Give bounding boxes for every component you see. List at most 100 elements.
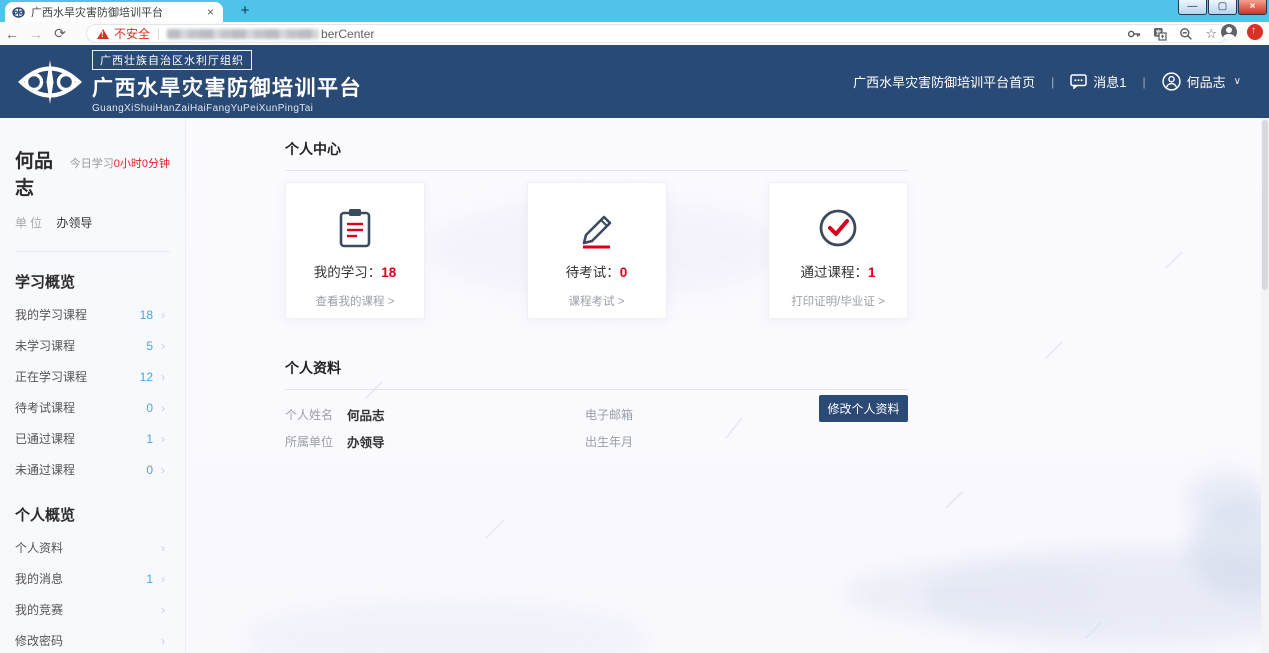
messages-label: 消息1 (1093, 72, 1126, 91)
address-bar[interactable]: 不安全 berCenter ☆ (86, 24, 1228, 43)
scrollbar-thumb[interactable] (1262, 120, 1268, 290)
item-count: 0 (146, 401, 153, 415)
sidebar-item-not-started-courses[interactable]: 未学习课程 5 › (15, 330, 165, 361)
content-wrapper: 个人中心 我的学习：18 (285, 118, 908, 449)
print-certificate-link[interactable]: 打印证明/毕业证 > (769, 293, 907, 309)
item-count: 12 (140, 370, 153, 384)
card-count: 18 (381, 265, 396, 280)
item-count: 18 (140, 308, 153, 322)
header-separator: | (1143, 75, 1146, 89)
section-divider (285, 170, 908, 171)
site-favicon-icon (12, 6, 25, 19)
chevron-down-icon: ∨ (1234, 76, 1241, 87)
messages-link[interactable]: 消息1 (1070, 72, 1126, 91)
personal-center-section: 个人中心 我的学习：18 (285, 139, 908, 319)
view-my-courses-link[interactable]: 查看我的课程 > (286, 293, 424, 309)
home-link[interactable]: 广西水旱灾害防御培训平台首页 (853, 72, 1035, 91)
sidebar-item-my-messages[interactable]: 我的消息 1 › (15, 563, 165, 594)
chevron-right-icon: › (161, 603, 165, 617)
field-label: 个人姓名 (285, 406, 347, 423)
translate-icon[interactable] (1153, 27, 1167, 41)
chevron-right-icon: › (161, 308, 165, 322)
item-count: 0 (146, 463, 153, 477)
vertical-scrollbar[interactable] (1261, 118, 1269, 653)
sidebar-item-in-progress-courses[interactable]: 正在学习课程 12 › (15, 361, 165, 392)
browser-tabstrip: 广西水旱灾害防御培训平台 × + — ▢ × (0, 0, 1269, 22)
user-avatar-icon (1162, 72, 1181, 91)
site-title: 广西水旱灾害防御培训平台 (92, 72, 362, 102)
card-title: 通过课程：1 (769, 261, 907, 281)
message-bubble-icon (1070, 74, 1087, 89)
personal-center-title: 个人中心 (285, 139, 908, 159)
profile-section: 个人资料 个人姓名 何品志 电子邮箱 所属单位 办领导 (285, 358, 908, 449)
bookmark-star-icon[interactable]: ☆ (1205, 26, 1217, 42)
item-label: 待考试课程 (15, 399, 146, 416)
card-title: 我的学习：18 (286, 261, 424, 281)
item-count: 1 (146, 572, 153, 586)
course-exam-link[interactable]: 课程考试 > (528, 293, 666, 309)
field-label: 出生年月 (585, 433, 647, 450)
profile-name-field: 个人姓名 何品志 (285, 407, 585, 422)
unit-value: 办领导 (56, 216, 92, 230)
url-redacted-blur (167, 29, 319, 39)
site-title-pinyin: GuangXiShuiHanZaiHaiFangYuPeiXunPingTai (92, 103, 362, 114)
browser-update-icon[interactable] (1247, 24, 1263, 40)
header-nav: 广西水旱灾害防御培训平台首页 | 消息1 | 何品志 ∨ (853, 72, 1241, 91)
today-study-stat: 今日学习0小时0分钟 (70, 155, 170, 171)
new-tab-button[interactable]: + (233, 3, 257, 20)
section-divider (285, 389, 908, 390)
tab-title: 广西水旱灾害防御培训平台 (31, 4, 205, 20)
card-label: 待考试： (566, 265, 620, 280)
pending-exam-card[interactable]: 待考试：0 课程考试 > (527, 182, 667, 319)
browser-tab[interactable]: 广西水旱灾害防御培训平台 × (5, 2, 223, 22)
sidebar-item-failed-courses[interactable]: 未通过课程 0 › (15, 454, 165, 485)
passed-courses-card[interactable]: 通过课程：1 打印证明/毕业证 > (768, 182, 908, 319)
browser-profile-avatar[interactable] (1221, 24, 1237, 40)
today-study-label: 今日学习 (70, 158, 114, 170)
sidebar-unit-row: 单位 办领导 (15, 214, 170, 231)
reload-icon[interactable]: ⟳ (48, 25, 72, 42)
item-label: 我的竞赛 (15, 601, 153, 618)
security-warning-label[interactable]: 不安全 (114, 25, 150, 42)
item-label: 我的消息 (15, 570, 146, 587)
field-label: 电子邮箱 (585, 406, 647, 423)
item-count: 5 (146, 339, 153, 353)
sidebar-item-my-competitions[interactable]: 我的竞赛 › (15, 594, 165, 625)
window-close-button[interactable]: × (1238, 0, 1267, 15)
forward-icon[interactable]: → (24, 26, 48, 42)
item-label: 已通过课程 (15, 430, 146, 447)
tab-close-icon[interactable]: × (205, 6, 216, 18)
sidebar-item-passed-courses[interactable]: 已通过课程 1 › (15, 423, 165, 454)
sidebar-user-name: 何品志 (15, 146, 62, 200)
sidebar-item-profile[interactable]: 个人资料 › (15, 532, 165, 563)
omnibox-icons: ☆ (1127, 26, 1217, 42)
window-maximize-button[interactable]: ▢ (1208, 0, 1237, 15)
chevron-right-icon: › (161, 370, 165, 384)
profile-fields: 个人姓名 何品志 电子邮箱 所属单位 办领导 出生年月 (285, 407, 908, 449)
window-minimize-button[interactable]: — (1178, 0, 1207, 15)
sidebar-item-pending-exam-courses[interactable]: 待考试课程 0 › (15, 392, 165, 423)
sidebar-divider (15, 251, 170, 252)
header-separator: | (1051, 75, 1054, 89)
profile-unit-field: 所属单位 办领导 (285, 434, 585, 449)
item-count: 1 (146, 432, 153, 446)
user-menu[interactable]: 何品志 ∨ (1162, 72, 1241, 91)
zoom-out-icon[interactable] (1179, 27, 1193, 41)
personal-overview-title: 个人概览 (15, 504, 165, 525)
sidebar-item-change-password[interactable]: 修改密码 › (15, 625, 165, 653)
field-value: 何品志 (347, 405, 385, 424)
browser-toolbar: ← → ⟳ 不安全 berCenter (0, 22, 1269, 45)
my-study-card[interactable]: 我的学习：18 查看我的课程 > (285, 182, 425, 319)
sidebar-item-my-courses[interactable]: 我的学习课程 18 › (15, 299, 165, 330)
window-controls: — ▢ × (1177, 0, 1267, 15)
summary-cards: 我的学习：18 查看我的课程 > 待考试：0 课程考试 > (285, 182, 908, 319)
saved-password-key-icon[interactable] (1127, 27, 1141, 41)
chevron-right-icon: › (161, 541, 165, 555)
today-study-value: 0小时0分钟 (114, 158, 170, 170)
sidebar: 何品志 今日学习0小时0分钟 单位 办领导 学习概览 我的学习课程 18 › 未… (0, 118, 186, 653)
edit-profile-button[interactable]: 修改个人资料 (819, 395, 908, 422)
pencil-icon (576, 207, 618, 249)
toolbar-right (1221, 24, 1263, 40)
back-icon[interactable]: ← (0, 26, 24, 42)
chevron-right-icon: › (161, 572, 165, 586)
